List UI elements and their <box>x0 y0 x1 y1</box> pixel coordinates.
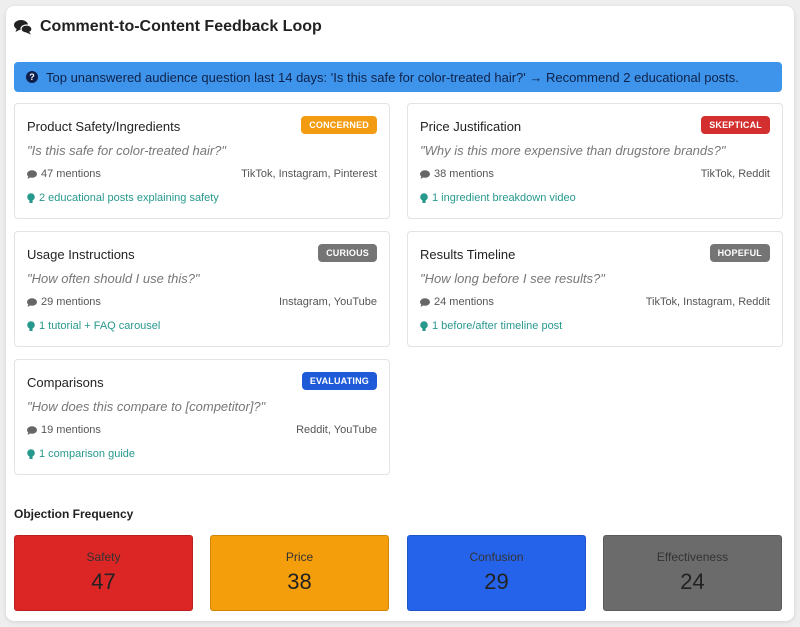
sentiment-badge: EVALUATING <box>301 372 377 390</box>
sentiment-badge: SKEPTICAL <box>701 116 770 134</box>
lightbulb-icon <box>27 448 35 460</box>
panel-header: Comment-to-Content Feedback Loop <box>14 18 322 36</box>
stat-safety[interactable]: Safety 47 <box>14 535 193 611</box>
mentions-count: 47 mentions <box>27 168 101 180</box>
mentions-count: 19 mentions <box>27 424 101 436</box>
card-quote: "How often should I use this?" <box>27 271 200 286</box>
stat-effectiveness[interactable]: Effectiveness 24 <box>603 535 782 611</box>
recommendation-text: 1 tutorial + FAQ carousel <box>39 320 161 332</box>
stat-value: 24 <box>680 569 705 594</box>
card-title: Usage Instructions <box>27 247 135 262</box>
mentions-text: 38 mentions <box>434 168 494 180</box>
objection-card[interactable]: Usage Instructions CURIOUS "How often sh… <box>14 231 390 347</box>
lightbulb-icon <box>27 320 35 332</box>
platforms-list: TikTok, Instagram, Pinterest <box>241 168 377 180</box>
card-quote: "How does this compare to [competitor]?" <box>27 399 266 414</box>
platforms-list: Instagram, YouTube <box>278 296 377 308</box>
recommendation[interactable]: 2 educational posts explaining safety <box>27 192 219 204</box>
page-title: Comment-to-Content Feedback Loop <box>40 18 322 35</box>
mentions-count: 38 mentions <box>420 168 494 180</box>
lightbulb-icon <box>27 192 35 204</box>
platforms-list: Reddit, YouTube <box>296 424 377 436</box>
question-circle-icon: ? <box>26 71 38 83</box>
comment-icon <box>27 169 37 179</box>
stat-label: Effectiveness <box>656 550 729 564</box>
recommendation-text: 1 before/after timeline post <box>432 320 563 332</box>
recommendation-text: 1 comparison guide <box>39 448 136 460</box>
stat-label: Price <box>285 550 314 564</box>
card-quote: "Is this safe for color-treated hair?" <box>27 143 227 158</box>
platforms-list: TikTok, Instagram, Reddit <box>645 296 770 308</box>
sentiment-badge: CONCERNED <box>301 116 377 134</box>
lightbulb-icon <box>420 192 428 204</box>
sentiment-badge: HOPEFUL <box>709 244 770 262</box>
recommendation-text: 1 ingredient breakdown video <box>432 192 576 204</box>
objection-frequency-title: Objection Frequency <box>14 507 134 521</box>
card-title: Comparisons <box>27 375 104 390</box>
card-quote: "Why is this more expensive than drugsto… <box>420 143 726 158</box>
card-title: Price Justification <box>420 119 522 134</box>
objection-card[interactable]: Comparisons EVALUATING "How does this co… <box>14 359 390 475</box>
card-quote: "How long before I see results?" <box>420 271 605 286</box>
comments-icon <box>14 19 32 35</box>
comment-icon <box>420 297 430 307</box>
platforms-list: TikTok, Reddit <box>700 168 770 180</box>
objection-card[interactable]: Product Safety/Ingredients CONCERNED "Is… <box>14 103 390 219</box>
mentions-text: 47 mentions <box>41 168 101 180</box>
sentiment-badge: CURIOUS <box>318 244 377 262</box>
stat-label: Safety <box>86 550 121 564</box>
lightbulb-icon <box>420 320 428 332</box>
stat-confusion[interactable]: Confusion 29 <box>407 535 586 611</box>
comment-icon <box>420 169 430 179</box>
objection-card[interactable]: Price Justification SKEPTICAL "Why is th… <box>407 103 783 219</box>
stat-value: 29 <box>484 569 509 594</box>
recommendation[interactable]: 1 comparison guide <box>27 448 135 460</box>
comment-icon <box>27 297 37 307</box>
banner-text: Top unanswered audience question last 14… <box>46 69 739 85</box>
recommendation[interactable]: 1 before/after timeline post <box>420 320 562 332</box>
mentions-count: 29 mentions <box>27 296 101 308</box>
card-title: Results Timeline <box>420 247 516 262</box>
mentions-text: 19 mentions <box>41 424 101 436</box>
objection-card[interactable]: Results Timeline HOPEFUL "How long befor… <box>407 231 783 347</box>
stat-price[interactable]: Price 38 <box>210 535 389 611</box>
recommendation[interactable]: 1 ingredient breakdown video <box>420 192 576 204</box>
stat-value: 47 <box>91 569 116 594</box>
recommendation[interactable]: 1 tutorial + FAQ carousel <box>27 320 160 332</box>
comment-icon <box>27 425 37 435</box>
card-title: Product Safety/Ingredients <box>27 119 181 134</box>
insight-banner: ? Top unanswered audience question last … <box>14 62 782 92</box>
mentions-text: 29 mentions <box>41 296 101 308</box>
stat-value: 38 <box>287 569 312 594</box>
mentions-text: 24 mentions <box>434 296 494 308</box>
mentions-count: 24 mentions <box>420 296 494 308</box>
feedback-loop-panel: Comment-to-Content Feedback Loop ? Top u… <box>6 6 794 621</box>
recommendation-text: 2 educational posts explaining safety <box>39 192 219 204</box>
stat-label: Confusion <box>469 550 524 564</box>
